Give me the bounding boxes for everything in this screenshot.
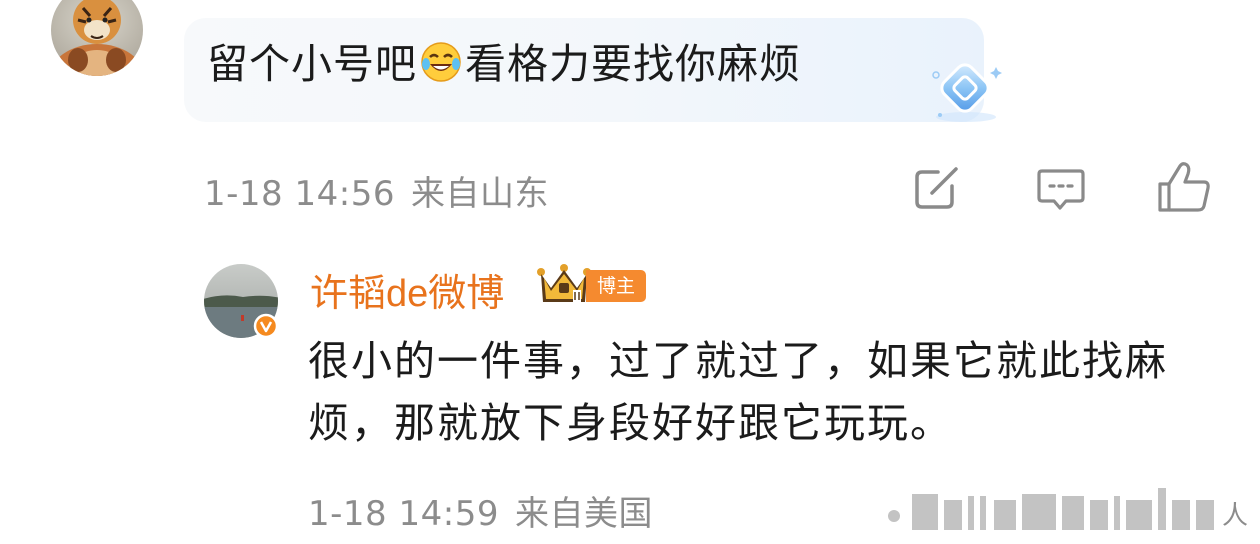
share-edit-icon[interactable] [912, 166, 962, 212]
comment-time: 1-18 14:56 [204, 174, 395, 214]
comment-text: 留个小号吧 看格力要找你麻烦 [207, 36, 801, 92]
host-badge: 博主 [586, 270, 646, 302]
comment-icon[interactable] [1036, 166, 1086, 212]
watermark: 人 [882, 486, 1260, 536]
comment-thread: 留个小号吧 看格力要找你麻烦 1-18 14:56 来自山东 许韬de微博 博主… [0, 0, 1260, 544]
reply-location: 来自美国 [514, 494, 653, 534]
laugh-cry-emoji-icon [419, 40, 463, 84]
svg-text:人: 人 [1222, 501, 1248, 531]
reply-text: 很小的一件事，过了就过了，如果它就此找麻烦，那就放下身段好好跟它玩玩。 [308, 337, 1168, 447]
reply-avatar[interactable] [203, 263, 281, 343]
reply-time: 1-18 14:59 [308, 494, 499, 534]
comment-text-part1: 留个小号吧 [207, 40, 417, 88]
reply-meta: 1-18 14:59 来自美国 [308, 486, 653, 535]
like-icon[interactable] [1156, 160, 1212, 214]
comment-meta: 1-18 14:56 来自山东 [204, 166, 549, 215]
comment-location: 来自山东 [410, 174, 549, 214]
crown-icon [537, 264, 591, 306]
avatar[interactable] [38, 0, 156, 78]
comment-text-part2: 看格力要找你麻烦 [465, 40, 801, 88]
diamond-badge-icon [920, 55, 1010, 130]
reply-username[interactable]: 许韬de微博 [310, 262, 504, 317]
